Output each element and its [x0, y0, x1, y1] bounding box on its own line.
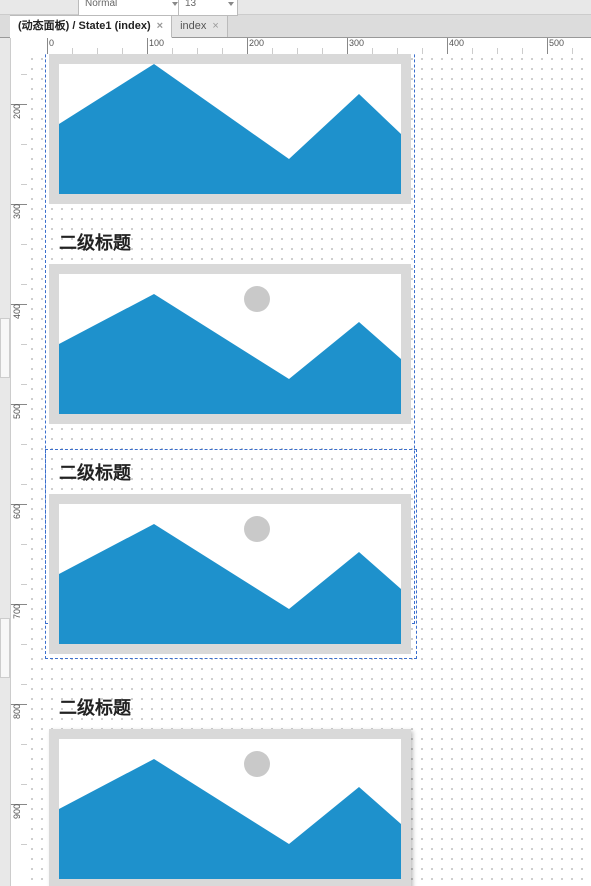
document-tab-bar: (动态面板) / State1 (index) × index × — [0, 15, 591, 38]
close-icon[interactable]: × — [212, 16, 218, 37]
panel-expand-handle[interactable] — [0, 318, 10, 378]
horizontal-ruler[interactable]: 0 100 200 300 400 500 — [27, 38, 591, 55]
left-panel-gutter — [0, 38, 11, 886]
image-placeholder[interactable] — [49, 264, 411, 424]
ruler-tick-label: 0 — [49, 38, 54, 48]
ruler-tick-label: 900 — [12, 804, 22, 819]
tab-index[interactable]: index × — [172, 15, 228, 37]
format-toolbar: Normal 13 — [0, 0, 591, 15]
image-placeholder[interactable] — [49, 729, 411, 886]
image-placeholder[interactable] — [49, 494, 411, 654]
panel-expand-handle[interactable] — [0, 618, 10, 678]
ruler-tick-label: 500 — [12, 404, 22, 419]
ruler-tick-label: 400 — [449, 38, 464, 48]
close-icon[interactable]: × — [157, 16, 163, 37]
ruler-tick-label: 700 — [12, 604, 22, 619]
second-level-heading[interactable]: 二级标题 — [59, 459, 131, 485]
chevron-down-icon — [228, 2, 234, 6]
paragraph-style-value: Normal — [85, 0, 117, 9]
ruler-tick-label: 500 — [549, 38, 564, 48]
second-level-heading[interactable]: 二级标题 — [59, 694, 131, 720]
image-placeholder[interactable] — [49, 54, 411, 204]
tab-label: index — [180, 16, 206, 37]
font-size-dropdown[interactable]: 13 — [178, 0, 238, 16]
ruler-tick-label: 200 — [12, 104, 22, 119]
ruler-tick-label: 800 — [12, 704, 22, 719]
canvas-wrap: 0 100 200 300 400 500 200 — [11, 38, 591, 886]
tab-dynamic-panel-state1[interactable]: (动态面板) / State1 (index) × — [10, 15, 172, 38]
workspace: 0 100 200 300 400 500 200 — [0, 38, 591, 886]
paragraph-style-dropdown[interactable]: Normal — [78, 0, 182, 16]
second-level-heading[interactable]: 二级标题 — [59, 229, 131, 255]
ruler-tick-label: 100 — [149, 38, 164, 48]
vertical-ruler[interactable]: 200 300 400 500 600 700 800 900 — [11, 54, 28, 886]
ruler-tick-label: 400 — [12, 304, 22, 319]
ruler-tick-label: 200 — [249, 38, 264, 48]
ruler-tick-label: 300 — [12, 204, 22, 219]
font-size-value: 13 — [185, 0, 196, 9]
design-canvas[interactable]: 二级标题 二级标题 — [27, 54, 591, 886]
ruler-corner — [11, 38, 28, 55]
ruler-tick-label: 300 — [349, 38, 364, 48]
tab-label: (动态面板) / State1 (index) — [18, 16, 151, 37]
ruler-tick-label: 600 — [12, 504, 22, 519]
